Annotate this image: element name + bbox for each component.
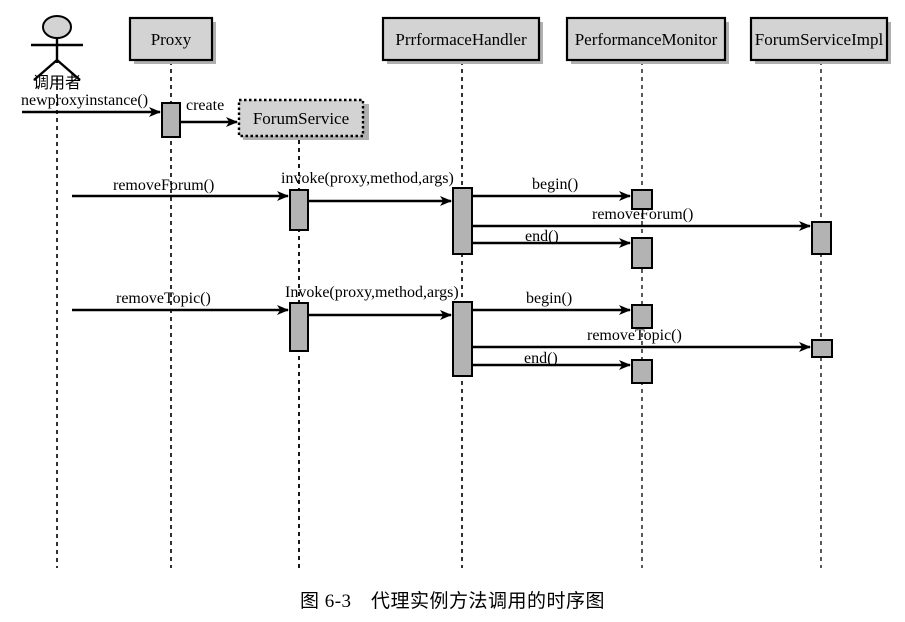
monitor-box-label: PerformanceMonitor xyxy=(575,30,718,49)
message-removetopic-impl[interactable]: removeTopic() xyxy=(472,327,811,352)
forumservice-box-label: ForumService xyxy=(253,109,349,128)
message-removeforum-impl[interactable]: removeForum() xyxy=(472,206,811,231)
activation-proxy-removetopic xyxy=(289,302,309,352)
actor-caller[interactable]: 调用者 xyxy=(31,15,83,92)
activation-monitor-end-1 xyxy=(631,237,653,269)
message-label-removetopic-impl: removeTopic() xyxy=(587,327,682,344)
sequence-diagram-page: 调用者 Proxy PrrformaceHandler PerformanceM… xyxy=(0,0,905,622)
message-removetopic-caller[interactable]: removeTopic() xyxy=(72,290,289,315)
activation-monitor-end-2 xyxy=(631,359,653,384)
message-label-invoke-2: Invoke(proxy,method,args) xyxy=(285,284,459,301)
message-end-1[interactable]: end() xyxy=(472,228,631,248)
message-label-create: create xyxy=(186,97,224,114)
message-label-begin-1: begin() xyxy=(532,176,578,193)
handler-box-label: PrrformaceHandler xyxy=(395,30,527,49)
actor-head-icon xyxy=(42,15,72,39)
message-label-removeforum-caller: removeForum() xyxy=(113,177,214,194)
lifeline-header-impl[interactable]: ForumServiceImpl xyxy=(749,16,891,64)
message-removeforum-caller[interactable]: removeForum() xyxy=(72,177,289,201)
lifeline-header-handler[interactable]: PrrformaceHandler xyxy=(381,16,543,64)
impl-box-label: ForumServiceImpl xyxy=(755,30,884,49)
message-newproxyinstance[interactable]: newproxyinstance() xyxy=(21,92,161,117)
proxy-box-label: Proxy xyxy=(151,30,192,49)
message-begin-2[interactable]: begin() xyxy=(472,290,631,315)
lifeline-header-proxy[interactable]: Proxy xyxy=(128,16,216,64)
activation-proxy-create xyxy=(161,102,181,138)
activation-impl-removeforum xyxy=(811,221,832,255)
sequence-diagram-canvas: 调用者 Proxy PrrformaceHandler PerformanceM… xyxy=(21,15,891,568)
message-label-removetopic-caller: removeTopic() xyxy=(116,290,211,307)
figure-caption: 图 6-3 代理实例方法调用的时序图 xyxy=(299,591,606,612)
activation-proxy-removeforum xyxy=(289,189,309,231)
message-label-end-2: end() xyxy=(524,350,558,367)
actor-label-caller: 调用者 xyxy=(33,74,81,92)
activation-handler-invoke-1 xyxy=(452,187,473,255)
activation-monitor-begin-2 xyxy=(631,304,653,329)
message-end-2[interactable]: end() xyxy=(472,350,631,370)
message-label-end-1: end() xyxy=(525,228,559,245)
message-invoke-2[interactable]: Invoke(proxy,method,args) xyxy=(285,284,459,320)
activation-handler-invoke-2 xyxy=(452,301,473,377)
activation-impl-removetopic xyxy=(811,339,833,358)
message-label-removeforum-impl: removeForum() xyxy=(592,206,693,223)
message-create[interactable]: create xyxy=(181,97,238,127)
message-label-invoke-1: invoke(proxy,method,args) xyxy=(281,170,454,187)
message-begin-1[interactable]: begin() xyxy=(472,176,631,201)
message-label-begin-2: begin() xyxy=(526,290,572,307)
lifeline-header-monitor[interactable]: PerformanceMonitor xyxy=(565,16,729,64)
message-label-newproxyinstance: newproxyinstance() xyxy=(21,92,148,109)
lifeline-header-forumservice[interactable]: ForumService xyxy=(237,98,369,140)
